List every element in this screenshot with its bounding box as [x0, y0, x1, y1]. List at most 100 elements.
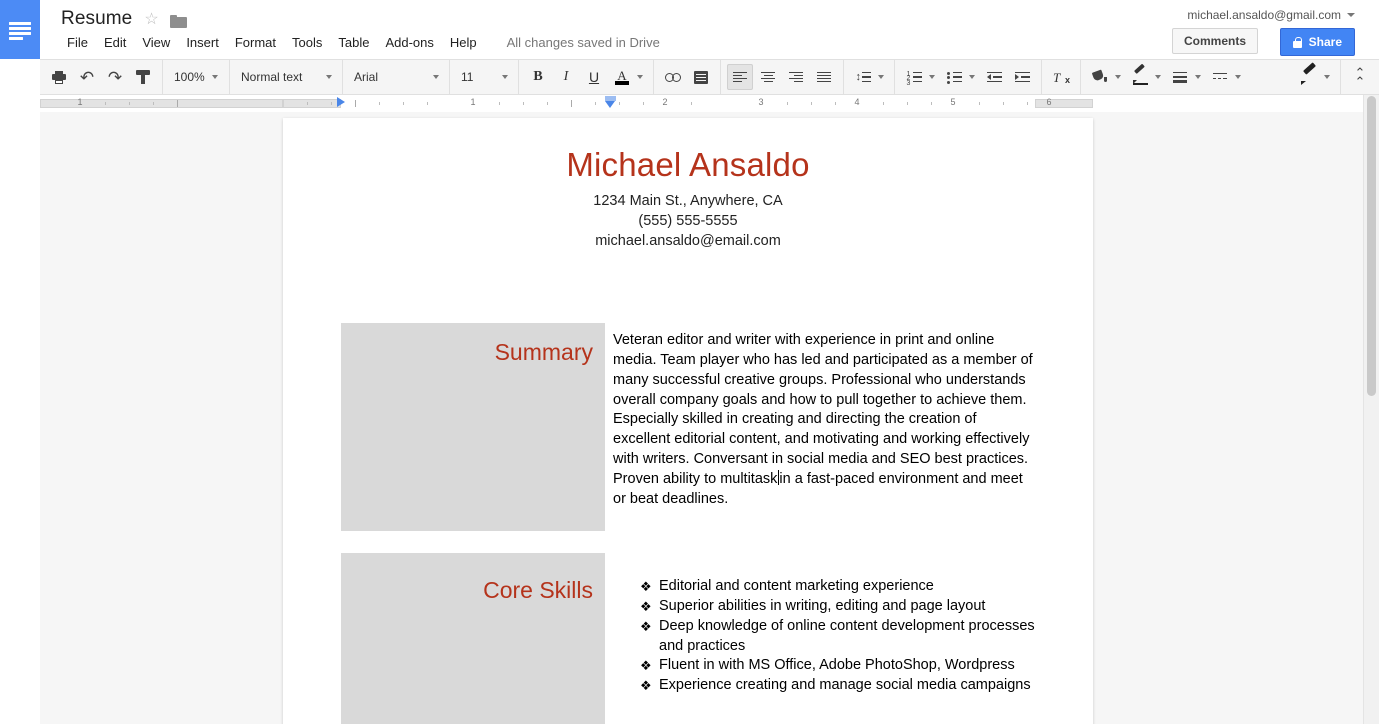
document-title[interactable]: Resume — [59, 6, 134, 32]
list-item: ❖ Experience creating and manage social … — [613, 676, 1035, 696]
resume-contact: 1234 Main St., Anywhere, CA (555) 555-55… — [341, 191, 1035, 251]
border-color-pencil-icon[interactable] — [1127, 63, 1153, 90]
account-email[interactable]: michael.ansaldo@gmail.com — [1187, 8, 1341, 22]
share-button[interactable]: Share — [1279, 28, 1355, 56]
summary-paragraph: Veteran editor and writer with experienc… — [613, 331, 1035, 509]
menu-file[interactable]: File — [59, 33, 96, 52]
docs-logo-lines — [9, 22, 31, 40]
chevron-down-icon — [502, 75, 508, 79]
clear-formatting-icon[interactable]: Tx — [1048, 64, 1074, 90]
section-label-summary: Summary — [494, 339, 593, 366]
zoom-select[interactable]: 100% — [168, 64, 224, 90]
vertical-scrollbar-thumb[interactable] — [1367, 96, 1376, 396]
increase-indent-icon[interactable] — [1009, 64, 1035, 90]
chevron-down-icon[interactable] — [1347, 13, 1355, 17]
link-icon[interactable] — [660, 64, 686, 90]
ruler-number: 3 — [758, 97, 764, 107]
ruler-first-line-indent-marker[interactable] — [337, 97, 345, 107]
list-item-label: Fluent in with MS Office, Adobe PhotoSho… — [659, 657, 1015, 674]
undo-icon[interactable]: ↶ — [74, 64, 100, 90]
toolbar-group-table — [1081, 60, 1251, 94]
google-docs-logo-icon[interactable] — [0, 0, 40, 59]
resume-email: michael.ansaldo@email.com — [595, 233, 781, 250]
bulleted-list-icon[interactable] — [941, 64, 967, 90]
google-docs-app: Resume ☆ File Edit View Insert Format To… — [0, 0, 1379, 724]
align-left-button[interactable] — [727, 64, 753, 90]
menu-edit[interactable]: Edit — [96, 33, 134, 52]
vertical-scrollbar[interactable] — [1363, 95, 1379, 724]
ruler-number: 6 — [1046, 97, 1052, 107]
ruler-left-indent-marker[interactable] — [605, 96, 616, 108]
fill-color-icon[interactable] — [1087, 64, 1113, 90]
document-page[interactable]: Michael Ansaldo 1234 Main St., Anywhere,… — [283, 118, 1093, 724]
fill-color-chevron-down-icon[interactable] — [1115, 75, 1121, 79]
bulleted-list-chevron-down-icon[interactable] — [969, 75, 975, 79]
toolbar-group-document: ↶ ↷ — [40, 60, 163, 94]
document-title-row: Resume ☆ — [59, 6, 187, 32]
font-family-select[interactable]: Arial — [348, 64, 444, 90]
menu-format[interactable]: Format — [227, 33, 284, 52]
ruler-page-left-margin — [283, 99, 341, 108]
section-body-cell[interactable]: Veteran editor and writer with experienc… — [605, 323, 1035, 531]
comments-button[interactable]: Comments — [1171, 28, 1258, 54]
collapse-toolbar-icon[interactable]: ⌃ ⌃ — [1347, 64, 1373, 90]
bold-button[interactable]: B — [525, 64, 551, 90]
formatting-toolbar: ↶ ↷ 100% Normal text Arial 11 B I U A ↕ … — [40, 59, 1379, 95]
section-label-cell[interactable]: Core Skills — [341, 553, 605, 724]
border-color-chevron-down-icon[interactable] — [1155, 75, 1161, 79]
underline-button[interactable]: U — [581, 64, 607, 90]
menu-addons[interactable]: Add-ons — [377, 33, 441, 52]
redo-icon[interactable]: ↷ — [102, 64, 128, 90]
menu-view[interactable]: View — [134, 33, 178, 52]
toolbar-group-style: Normal text — [230, 60, 343, 94]
diamond-bullet-icon: ❖ — [640, 618, 652, 634]
paint-format-icon[interactable] — [130, 64, 156, 90]
align-center-button[interactable] — [755, 64, 781, 90]
folder-icon[interactable] — [169, 14, 187, 28]
ruler-number: 1 — [77, 97, 83, 107]
summary-text-before-caret: Veteran editor and writer with experienc… — [613, 332, 1037, 487]
italic-button[interactable]: I — [553, 64, 579, 90]
menu-tools[interactable]: Tools — [284, 33, 330, 52]
add-comment-icon[interactable] — [688, 64, 714, 90]
border-dash-icon[interactable] — [1207, 64, 1233, 90]
chevron-down-icon — [433, 75, 439, 79]
zoom-value: 100% — [174, 70, 205, 84]
section-label-cell[interactable]: Summary — [341, 323, 605, 532]
menu-table[interactable]: Table — [330, 33, 377, 52]
chevron-down-icon — [326, 75, 332, 79]
edit-mode-chevron-down-icon[interactable] — [1324, 75, 1330, 79]
border-width-chevron-down-icon[interactable] — [1195, 75, 1201, 79]
border-dash-chevron-down-icon[interactable] — [1235, 75, 1241, 79]
resume-section-core-skills: Core Skills ❖ Editorial and content mark… — [341, 553, 1035, 724]
toolbar-group-spacing: ↕ — [844, 60, 895, 94]
print-icon[interactable] — [46, 64, 72, 90]
numbered-list-icon[interactable]: 123 — [901, 64, 927, 90]
font-size-select[interactable]: 11 — [455, 64, 513, 90]
paragraph-style-select[interactable]: Normal text — [235, 64, 337, 90]
star-icon[interactable]: ☆ — [144, 12, 158, 28]
line-spacing-icon[interactable]: ↕ — [850, 64, 876, 90]
edit-mode-pencil-icon[interactable] — [1296, 61, 1322, 90]
text-color-button[interactable]: A — [609, 64, 635, 90]
section-body-cell[interactable]: ❖ Editorial and content marketing experi… — [605, 553, 1035, 724]
chevron-down-icon — [211, 75, 218, 79]
text-color-chevron-down-icon[interactable] — [637, 75, 643, 79]
border-width-icon[interactable] — [1167, 64, 1193, 90]
menu-insert[interactable]: Insert — [178, 33, 227, 52]
menu-help[interactable]: Help — [442, 33, 485, 52]
align-justify-button[interactable] — [811, 64, 837, 90]
toolbar-group-align — [721, 60, 844, 94]
ruler[interactable]: 1 1 2 3 4 5 6 — [40, 95, 1379, 113]
line-spacing-chevron-down-icon[interactable] — [878, 75, 884, 79]
document-canvas[interactable]: Michael Ansaldo 1234 Main St., Anywhere,… — [40, 112, 1379, 724]
save-status: All changes saved in Drive — [506, 35, 660, 50]
align-right-button[interactable] — [783, 64, 809, 90]
paragraph-style-value: Normal text — [241, 70, 303, 84]
ruler-track[interactable]: 1 1 2 3 4 5 6 — [40, 95, 1093, 112]
decrease-indent-icon[interactable] — [981, 64, 1007, 90]
list-item: ❖ Superior abilities in writing, editing… — [613, 597, 1035, 617]
list-item: ❖ Deep knowledge of online content devel… — [613, 617, 1035, 657]
numbered-list-chevron-down-icon[interactable] — [929, 75, 935, 79]
toolbar-group-size: 11 — [450, 60, 519, 94]
